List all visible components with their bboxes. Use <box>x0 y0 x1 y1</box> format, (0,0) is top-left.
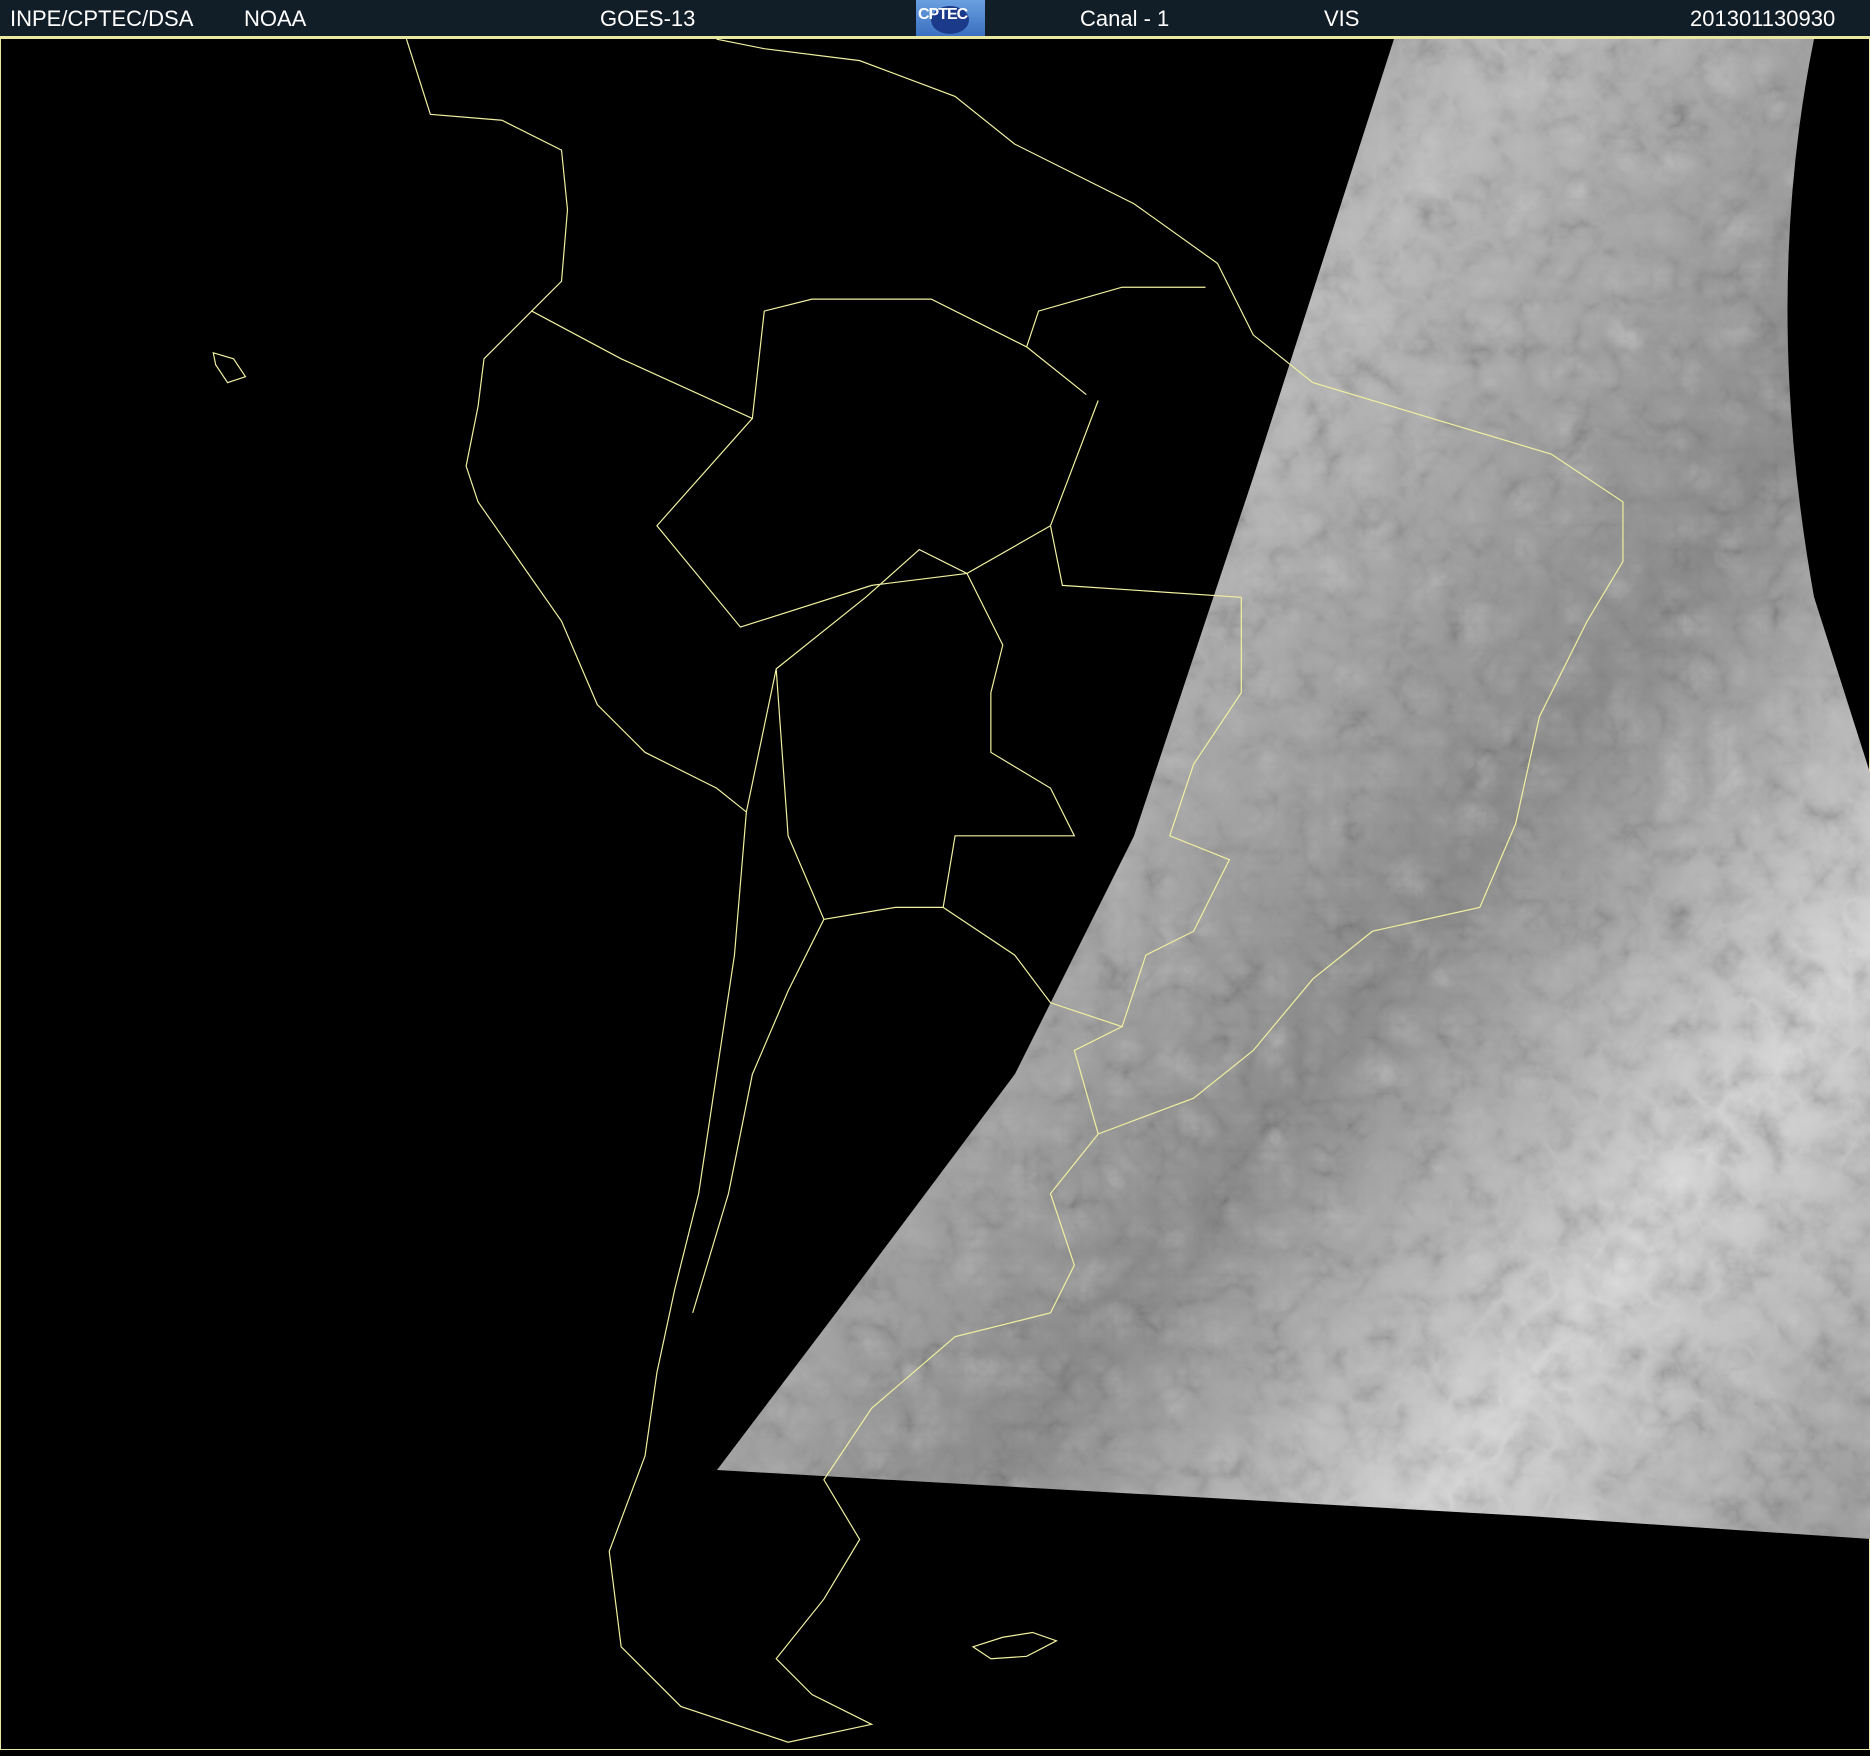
satellite-image <box>0 38 1870 1750</box>
cloud-texture <box>717 39 1870 1539</box>
source-label: INPE/CPTEC/DSA <box>10 6 194 31</box>
channel-label: Canal - 1 <box>1080 6 1170 31</box>
band-label: VIS <box>1324 6 1360 31</box>
galapagos-islands <box>212 351 247 384</box>
header-bar: INPE/CPTEC/DSA NOAA GOES-13 CPTEC Canal … <box>0 0 1870 38</box>
cptec-logo: CPTEC <box>916 0 985 36</box>
falkland-islands <box>971 1631 1058 1660</box>
map-svg <box>212 38 1870 1743</box>
agency-label: NOAA <box>244 6 307 31</box>
logo-text: CPTEC <box>918 6 968 23</box>
satellite-label: GOES-13 <box>600 6 696 31</box>
datetime-label: 201301130930 <box>1690 6 1836 31</box>
